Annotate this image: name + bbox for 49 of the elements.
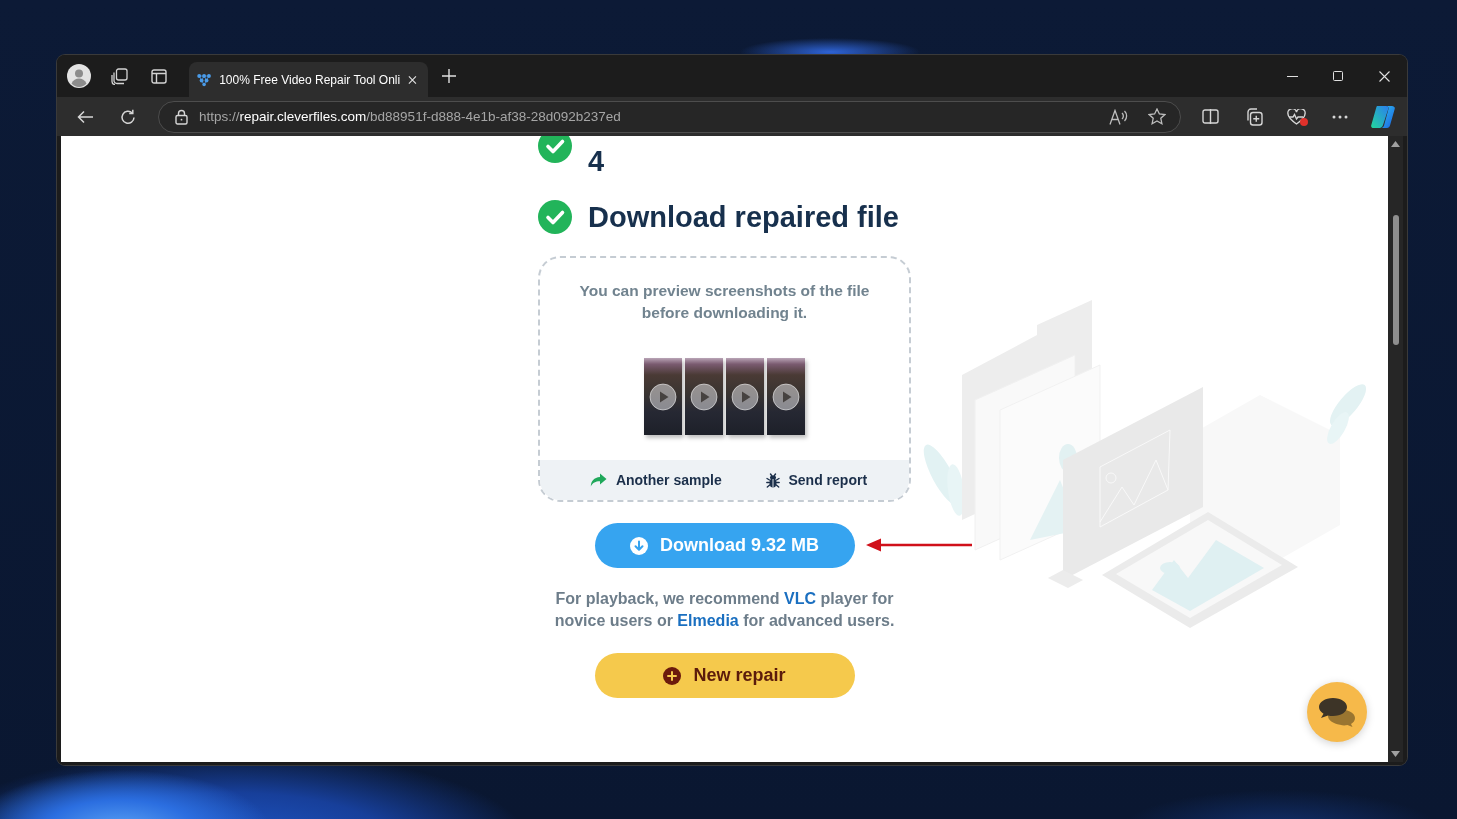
read-aloud-icon[interactable] — [1109, 108, 1128, 125]
video-thumbnail[interactable] — [644, 358, 682, 435]
more-icon[interactable] — [1331, 114, 1348, 119]
bug-icon — [765, 472, 780, 488]
step-title: 4 — [588, 144, 605, 178]
address-bar[interactable]: https://repair.cleverfiles.com/bd88951f-d888-4e1b-af38-28d092b237ed — [158, 100, 1181, 133]
scroll-down-icon[interactable] — [1391, 751, 1400, 757]
chat-button[interactable] — [1307, 682, 1367, 742]
recommendation-text: For playback, we recommend VLC player for novice users or Elmedia for advanced users. — [553, 589, 896, 631]
dots-logo-icon — [197, 72, 212, 87]
redo-arrow-icon — [589, 473, 607, 487]
download-icon — [630, 536, 648, 555]
text-link[interactable]: Elmedia — [677, 612, 739, 629]
play-icon[interactable] — [772, 382, 800, 411]
close-icon[interactable] — [1378, 70, 1390, 82]
chat-bubbles-icon — [1318, 697, 1356, 727]
scroll-up-icon[interactable] — [1391, 141, 1400, 147]
video-thumbnail[interactable] — [685, 358, 723, 435]
send-report-button[interactable]: Send report — [765, 472, 868, 488]
maximize-icon[interactable] — [1333, 71, 1343, 81]
plus-circle-icon — [663, 666, 682, 685]
close-icon[interactable] — [408, 74, 417, 85]
text-link[interactable]: VLC — [784, 590, 817, 607]
play-icon[interactable] — [731, 382, 759, 411]
back-arrow-icon[interactable] — [76, 109, 94, 124]
plus-icon[interactable] — [442, 69, 456, 83]
refresh-icon[interactable] — [120, 108, 136, 125]
profile-icon[interactable] — [67, 64, 91, 88]
lock-icon[interactable] — [175, 108, 188, 125]
collections-icon[interactable] — [1244, 107, 1263, 126]
video-thumbnail[interactable] — [726, 358, 764, 435]
step-title: Download repaired file — [588, 200, 899, 234]
heart-pulse-icon[interactable] — [1287, 108, 1306, 125]
new-repair-button[interactable]: New repair — [594, 653, 855, 698]
star-icon[interactable] — [1148, 108, 1166, 125]
browser-tab[interactable]: 100% Free Video Repair Tool Onli — [189, 62, 428, 97]
play-icon[interactable] — [649, 382, 677, 411]
url-text: https://repair.cleverfiles.com/bd88951f-d888-4e1b-af38-28d092b237ed — [199, 109, 621, 124]
tabs-stack-icon[interactable] — [110, 67, 128, 85]
video-thumbnail[interactable] — [767, 358, 805, 435]
preview-text: You can preview screenshots of the file before downloading it. — [578, 281, 871, 323]
ribbon-logo-icon[interactable] — [1370, 105, 1395, 128]
minimize-icon[interactable] — [1286, 75, 1298, 77]
scrollbar-thumb[interactable] — [1392, 215, 1399, 345]
another-sample-button[interactable]: Another sample — [589, 472, 722, 488]
play-icon[interactable] — [690, 382, 718, 411]
split-screen-icon[interactable] — [1202, 109, 1219, 124]
window-icon[interactable] — [151, 68, 167, 84]
scrollbar[interactable] — [1388, 136, 1403, 762]
